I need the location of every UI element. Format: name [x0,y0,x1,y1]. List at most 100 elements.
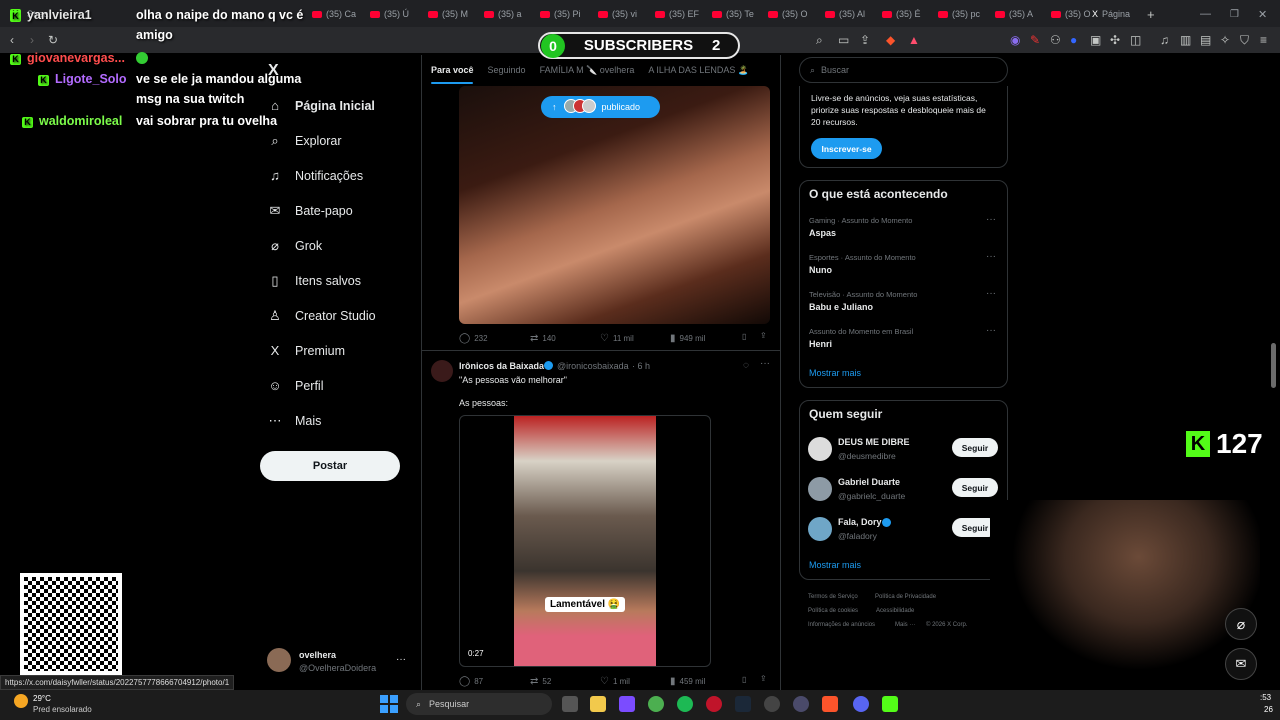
clock[interactable]: :53 [1260,693,1271,702]
share-icon[interactable]: ⇪ [760,331,767,340]
views-button[interactable]: ▮ 459 mil [670,676,705,687]
nav-item-more[interactable]: ⋯ Mais [268,413,322,429]
trend-name[interactable]: Aspas [809,228,836,238]
nav-item-bell[interactable]: ♫ Notificações [268,168,363,183]
bookmark-icon[interactable]: ▯ [742,332,746,341]
brave-icon[interactable] [822,696,838,712]
more-icon[interactable]: ··· [986,325,996,336]
footer-link[interactable]: Termos de Serviço [808,594,858,600]
file-explorer-icon[interactable] [590,696,606,712]
new-tab-button[interactable]: + [1147,4,1155,24]
browser-tab[interactable]: (35) pc [938,4,980,24]
weather-temp[interactable]: 29°C [33,694,51,703]
nav-item-search[interactable]: ⌕ Explorar [268,133,341,149]
footer-link[interactable]: Mais ··· [895,622,915,628]
puzzle-icon[interactable]: ✣ [1110,33,1120,47]
taskbar-search[interactable]: ⌕ Pesquisar [406,693,552,715]
close-icon[interactable]: ✕ [1258,4,1267,24]
grok-icon[interactable]: ⌀ [1225,608,1257,640]
nav-item-bookmark[interactable]: ▯ Itens salvos [268,273,361,289]
trends-show-more[interactable]: Mostrar mais [809,368,861,378]
nav-item-person[interactable]: ☺ Perfil [268,378,323,393]
maximize-icon[interactable]: ❐ [1230,4,1239,24]
tab-para-voce[interactable]: Para você [431,65,474,75]
extension-icon[interactable]: ◉ [1010,33,1020,47]
scrollbar[interactable] [1271,343,1276,388]
trend-name[interactable]: Nuno [809,265,832,275]
video-frame[interactable] [514,416,656,666]
discord-icon[interactable] [853,696,869,712]
follow-button[interactable]: Seguir [952,438,998,457]
kick-icon[interactable] [882,696,898,712]
reload-icon[interactable]: ↻ [48,33,58,47]
more-icon[interactable]: ··· [986,214,996,225]
x-logo[interactable]: X [268,62,279,80]
repost-button[interactable]: ⇄ 140 [530,333,556,344]
extension-icon[interactable]: ▣ [1090,33,1101,47]
post-handle[interactable]: @ironicosbaixada [557,361,629,371]
follow-name[interactable]: Gabriel Duarte [838,477,900,487]
grok-icon[interactable]: ◌ [743,360,749,371]
music-icon[interactable]: ♫ [1160,33,1169,47]
browser-tab[interactable]: X Página [1092,4,1130,24]
nav-item-creator[interactable]: ♙ Creator Studio [268,308,375,324]
spotify-icon[interactable] [677,696,693,712]
post-image[interactable] [459,86,770,324]
avatar[interactable] [808,437,832,461]
sidebar-icon[interactable]: ▥ [1180,33,1191,47]
browser-tab[interactable]: (35) Ca [312,4,356,24]
extension-icon[interactable]: ⚇ [1050,33,1061,47]
browser-tab[interactable]: (35) vi [598,4,637,24]
new-posts-pill[interactable]: ↑ publicado [541,96,660,118]
brave-shield-icon[interactable]: ◆ [886,33,895,47]
share-icon[interactable]: ⇪ [860,33,870,47]
messages-icon[interactable]: ✉ [1225,648,1257,680]
repost-button[interactable]: ⇄ 52 [530,676,551,687]
weather-desc[interactable]: Pred ensolarado [33,705,92,714]
steam-icon[interactable] [735,696,751,712]
browser-tab[interactable]: (35) A [995,4,1033,24]
follow-name[interactable]: Fala, Dory [838,517,882,527]
tab-seguindo[interactable]: Seguindo [488,65,526,75]
post-author[interactable]: Irônicos da Baixada [459,361,544,371]
vpn-icon[interactable]: ⛉ [1240,33,1249,48]
forward-icon[interactable]: › [30,33,34,47]
app-icon[interactable] [764,696,780,712]
browser-tab[interactable]: (35) Ú [370,4,409,24]
like-button[interactable]: ♡ 11 mil [600,333,634,344]
footer-link[interactable]: Política de cookies [808,608,858,614]
post-button[interactable]: Postar [260,451,400,481]
browser-tab[interactable]: (35) O [1051,4,1091,24]
app-icon[interactable] [793,696,809,712]
post-time[interactable]: · 6 h [632,361,650,371]
wallet-icon[interactable]: ▤ [1200,33,1211,47]
search-input[interactable]: ⌕ Buscar [799,57,1008,83]
minimize-icon[interactable]: — [1200,4,1211,24]
reply-button[interactable]: ◯ 232 [459,333,488,344]
browser-tab[interactable]: (35) Pi [540,4,581,24]
extension-icon[interactable]: ● [1070,33,1077,47]
back-icon[interactable]: ‹ [10,33,14,47]
reply-button[interactable]: ◯ 87 [459,676,483,687]
screen-icon[interactable]: ▭ [838,33,849,47]
task-view-icon[interactable] [562,696,578,712]
follow-show-more[interactable]: Mostrar mais [809,560,861,570]
bookmark-icon[interactable]: ▯ [742,675,746,684]
windows-start-icon[interactable] [380,695,398,713]
chrome-icon[interactable] [648,696,664,712]
follow-name[interactable]: DEUS ME DIBRE [838,437,910,447]
browser-tab[interactable]: (35) Te [712,4,754,24]
views-button[interactable]: ▮ 949 mil [670,333,705,344]
trend-name[interactable]: Henri [809,339,832,349]
nav-item-home[interactable]: ⌂ Página Inicial [268,98,375,113]
share-icon[interactable]: ⇪ [760,674,767,683]
more-icon[interactable]: ··· [760,358,770,369]
trend-name[interactable]: Babu e Juliano [809,302,873,312]
opera-icon[interactable] [706,696,722,712]
browser-tab[interactable]: (35) a [484,4,522,24]
more-icon[interactable]: ··· [986,251,996,262]
footer-link[interactable]: Acessibilidade [876,608,914,614]
browser-tab[interactable]: (35) O [768,4,808,24]
tab-familia[interactable]: FAMÍLIA M 🔪 ovelhera [540,65,635,76]
browser-tab[interactable]: (35) É [882,4,921,24]
